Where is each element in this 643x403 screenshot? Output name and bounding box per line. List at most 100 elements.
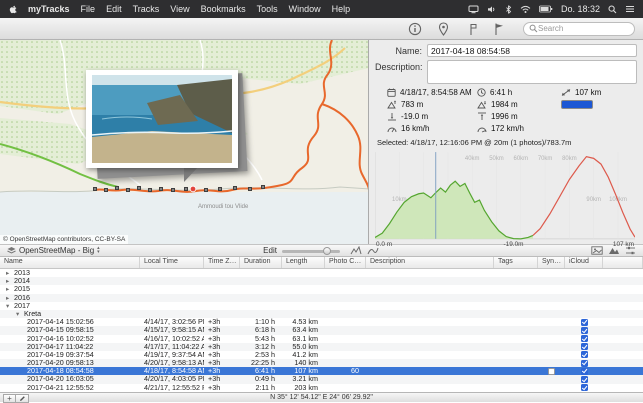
col-description[interactable]: Description	[366, 257, 494, 268]
photo-callout[interactable]	[86, 70, 238, 170]
map-view[interactable]: Ammoudi tou Vlide © OpenStreetMap contri	[0, 40, 369, 244]
table-group-row[interactable]: ▾2017	[0, 302, 643, 310]
cell-name: 2017-04-19 09:37:54	[0, 351, 140, 359]
table-group-row[interactable]: ▸2015	[0, 285, 643, 293]
icloud-checkbox[interactable]	[581, 360, 588, 367]
table-row[interactable]: 2017-04-19 09:37:54 4/19/17, 9:37:54 AM …	[0, 351, 643, 359]
bluetooth-status-icon[interactable]	[505, 5, 512, 14]
icloud-checkbox[interactable]	[581, 343, 588, 350]
track-name-input[interactable]	[427, 44, 637, 57]
table-row[interactable]: 2017-04-17 11:04:22 4/17/17, 11:04:22 AM…	[0, 343, 643, 351]
cell-duration: 5:43 h	[240, 335, 282, 343]
cell-time-zone: +3h	[204, 318, 240, 326]
track-table[interactable]: ▸2013 ▸2014 ▸2015 ▸2016 ▾2017 ▾Kreta 201…	[0, 269, 643, 392]
col-tags[interactable]: Tags	[494, 257, 538, 268]
apple-menu[interactable]	[8, 4, 18, 15]
track-color-swatch[interactable]	[561, 100, 593, 109]
menu-help[interactable]: Help	[332, 4, 351, 14]
icloud-checkbox[interactable]	[581, 376, 588, 383]
icloud-checkbox[interactable]	[581, 335, 588, 342]
slider-knob[interactable]	[323, 247, 331, 255]
menu-edit[interactable]: Edit	[106, 4, 122, 14]
table-row[interactable]: 2017-04-14 15:02:56 4/14/17, 3:02:56 PM …	[0, 318, 643, 326]
spotlight-search-icon[interactable]	[608, 5, 617, 14]
selected-photo-pin[interactable]	[190, 186, 196, 192]
speed-chart-icon	[367, 246, 379, 255]
icloud-checkbox[interactable]	[581, 368, 588, 375]
table-row[interactable]: 2017-04-15 09:58:15 4/15/17, 9:58:15 AM …	[0, 326, 643, 334]
volume-status-icon[interactable]	[487, 5, 497, 14]
max-elevation-icon	[477, 112, 487, 121]
stat-max-speed: 172 km/h	[477, 124, 561, 133]
icloud-checkbox[interactable]	[581, 351, 588, 358]
edit-mode-label[interactable]: Edit	[263, 246, 277, 255]
info-button[interactable]	[405, 21, 425, 37]
table-group-row[interactable]: ▸2014	[0, 277, 643, 285]
elevation-profile-chart[interactable]: 10km20km30km40km50km60km70km80km90km100k…	[375, 148, 635, 247]
icloud-checkbox[interactable]	[581, 319, 588, 326]
menu-app-name[interactable]: myTracks	[28, 4, 70, 14]
table-row[interactable]: 2017-04-20 09:58:13 4/20/17, 9:58:13 AM …	[0, 359, 643, 367]
battery-status-icon[interactable]	[539, 5, 553, 13]
search-input[interactable]	[538, 24, 628, 33]
map-zoom-slider[interactable]	[282, 246, 340, 256]
menu-clock[interactable]: Do. 18:32	[561, 4, 600, 14]
stat-distance: 107 km	[561, 88, 637, 97]
add-track-button[interactable]: +	[3, 394, 16, 403]
map-provider-select[interactable]: OpenStreetMap - Big ▴▾	[4, 246, 103, 255]
add-flag-button[interactable]	[489, 21, 509, 37]
notification-center-icon[interactable]	[625, 5, 635, 13]
sync-checkbox[interactable]	[548, 368, 555, 375]
disclosure-icon[interactable]: ▾	[6, 303, 14, 310]
cell-local-time: 4/18/17, 8:54:58 AM	[140, 367, 204, 375]
menu-tracks[interactable]: Tracks	[133, 4, 160, 14]
cell-description	[366, 326, 494, 334]
col-time-zone[interactable]: Time Zone	[204, 257, 240, 268]
cell-sync	[538, 384, 565, 392]
add-waypoint-button[interactable]	[433, 21, 453, 37]
icloud-checkbox[interactable]	[581, 384, 588, 391]
cell-tags	[494, 351, 538, 359]
track-description-input[interactable]	[427, 60, 637, 84]
disclosure-icon[interactable]: ▸	[6, 278, 14, 285]
col-sync[interactable]: Sync P...	[538, 257, 565, 268]
photo-frame[interactable]	[86, 70, 238, 168]
wifi-status-icon[interactable]	[520, 5, 531, 14]
col-length[interactable]: Length	[282, 257, 325, 268]
cell-duration: 1:10 h	[240, 318, 282, 326]
disclosure-icon[interactable]: ▸	[6, 286, 14, 293]
table-folder-row[interactable]: ▾Kreta	[0, 310, 643, 318]
disclosure-icon[interactable]: ▸	[6, 270, 14, 277]
search-field[interactable]	[523, 22, 635, 36]
disclosure-icon[interactable]: ▾	[16, 311, 24, 318]
menu-tools[interactable]: Tools	[257, 4, 278, 14]
icloud-checkbox[interactable]	[581, 327, 588, 334]
cell-local-time: 4/19/17, 9:37:54 AM	[140, 351, 204, 359]
menu-file[interactable]: File	[81, 4, 96, 14]
disclosure-icon[interactable]: ▸	[6, 295, 14, 302]
table-row[interactable]: 2017-04-21 12:55:52 4/21/17, 12:55:52 PM…	[0, 384, 643, 392]
col-icloud[interactable]: iCloud	[565, 257, 603, 268]
cell-sync	[538, 335, 565, 343]
display-status-icon[interactable]	[468, 5, 479, 14]
col-duration[interactable]: Duration	[240, 257, 282, 268]
menu-window[interactable]: Window	[289, 4, 321, 14]
edit-track-button[interactable]	[16, 394, 29, 403]
window-toolbar	[0, 18, 643, 40]
col-name[interactable]: Name	[0, 257, 140, 268]
table-row-selected[interactable]: 2017-04-18 08:54:58 4/18/17, 8:54:58 AM …	[0, 367, 643, 375]
group-label: 2014	[14, 277, 30, 285]
table-row[interactable]: 2017-04-16 10:02:52 4/16/17, 10:02:52 AM…	[0, 335, 643, 343]
table-group-row[interactable]: ▸2016	[0, 294, 643, 302]
stat-ascent: 783 m	[387, 100, 477, 109]
menu-bookmarks[interactable]: Bookmarks	[201, 4, 246, 14]
add-signpost-button[interactable]	[461, 21, 481, 37]
menu-view[interactable]: View	[170, 4, 189, 14]
col-photo-count[interactable]: Photo Count	[325, 257, 366, 268]
elevation-chart-toggle[interactable]	[349, 245, 364, 256]
table-group-row[interactable]: ▸2013	[0, 269, 643, 277]
cell-time-zone: +3h	[204, 326, 240, 334]
col-local-time[interactable]: Local Time	[140, 257, 204, 268]
table-row[interactable]: 2017-04-20 16:03:05 4/20/17, 4:03:05 PM …	[0, 375, 643, 383]
cell-description	[366, 351, 494, 359]
